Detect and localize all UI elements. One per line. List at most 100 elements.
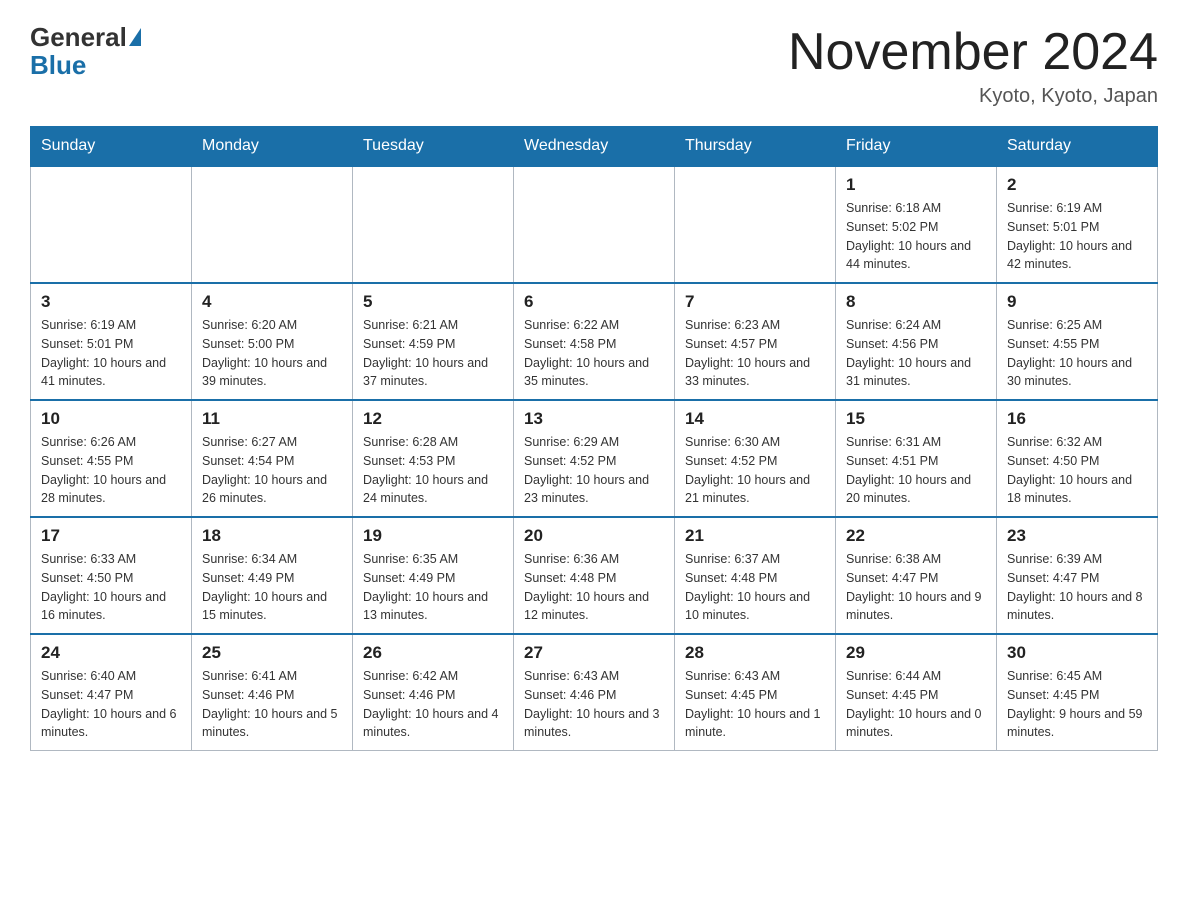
title-area: November 2024 Kyoto, Kyoto, Japan xyxy=(788,24,1158,108)
calendar-cell: 5 Sunrise: 6:21 AMSunset: 4:59 PMDaylight… xyxy=(353,283,514,400)
day-number: 28 xyxy=(685,643,825,663)
day-info: Sunrise: 6:30 AMSunset: 4:52 PMDaylight:… xyxy=(685,433,825,508)
logo-general-text: General xyxy=(30,24,127,50)
day-number: 1 xyxy=(846,175,986,195)
day-number: 11 xyxy=(202,409,342,429)
day-info: Sunrise: 6:42 AMSunset: 4:46 PMDaylight:… xyxy=(363,667,503,742)
day-info: Sunrise: 6:29 AMSunset: 4:52 PMDaylight:… xyxy=(524,433,664,508)
day-number: 10 xyxy=(41,409,181,429)
day-number: 12 xyxy=(363,409,503,429)
day-number: 4 xyxy=(202,292,342,312)
day-number: 8 xyxy=(846,292,986,312)
weekday-header-sunday: Sunday xyxy=(31,127,192,167)
day-number: 15 xyxy=(846,409,986,429)
page-header: General Blue November 2024 Kyoto, Kyoto,… xyxy=(30,24,1158,108)
day-info: Sunrise: 6:33 AMSunset: 4:50 PMDaylight:… xyxy=(41,550,181,625)
day-info: Sunrise: 6:21 AMSunset: 4:59 PMDaylight:… xyxy=(363,316,503,391)
day-info: Sunrise: 6:38 AMSunset: 4:47 PMDaylight:… xyxy=(846,550,986,625)
calendar-cell: 7 Sunrise: 6:23 AMSunset: 4:57 PMDaylight… xyxy=(675,283,836,400)
day-info: Sunrise: 6:45 AMSunset: 4:45 PMDaylight:… xyxy=(1007,667,1147,742)
calendar-cell: 8 Sunrise: 6:24 AMSunset: 4:56 PMDaylight… xyxy=(836,283,997,400)
day-info: Sunrise: 6:26 AMSunset: 4:55 PMDaylight:… xyxy=(41,433,181,508)
calendar-cell: 19 Sunrise: 6:35 AMSunset: 4:49 PMDayligh… xyxy=(353,517,514,634)
day-info: Sunrise: 6:23 AMSunset: 4:57 PMDaylight:… xyxy=(685,316,825,391)
weekday-header-monday: Monday xyxy=(192,127,353,167)
calendar-cell xyxy=(353,166,514,283)
day-number: 21 xyxy=(685,526,825,546)
day-info: Sunrise: 6:41 AMSunset: 4:46 PMDaylight:… xyxy=(202,667,342,742)
day-info: Sunrise: 6:24 AMSunset: 4:56 PMDaylight:… xyxy=(846,316,986,391)
day-number: 20 xyxy=(524,526,664,546)
calendar-cell: 6 Sunrise: 6:22 AMSunset: 4:58 PMDaylight… xyxy=(514,283,675,400)
day-number: 2 xyxy=(1007,175,1147,195)
day-info: Sunrise: 6:34 AMSunset: 4:49 PMDaylight:… xyxy=(202,550,342,625)
calendar-cell: 11 Sunrise: 6:27 AMSunset: 4:54 PMDayligh… xyxy=(192,400,353,517)
week-row-4: 17Sunrise: 6:33 AMSunset: 4:50 PMDayligh… xyxy=(31,517,1158,634)
calendar-cell xyxy=(31,166,192,283)
calendar-cell: 4 Sunrise: 6:20 AMSunset: 5:00 PMDaylight… xyxy=(192,283,353,400)
day-info: Sunrise: 6:39 AMSunset: 4:47 PMDaylight:… xyxy=(1007,550,1147,625)
day-number: 19 xyxy=(363,526,503,546)
day-info: Sunrise: 6:43 AMSunset: 4:45 PMDaylight:… xyxy=(685,667,825,742)
weekday-header-row: SundayMondayTuesdayWednesdayThursdayFrid… xyxy=(31,127,1158,167)
day-info: Sunrise: 6:22 AMSunset: 4:58 PMDaylight:… xyxy=(524,316,664,391)
calendar-cell: 3Sunrise: 6:19 AMSunset: 5:01 PMDaylight… xyxy=(31,283,192,400)
day-info: Sunrise: 6:31 AMSunset: 4:51 PMDaylight:… xyxy=(846,433,986,508)
calendar-cell: 22 Sunrise: 6:38 AMSunset: 4:47 PMDayligh… xyxy=(836,517,997,634)
calendar-table: SundayMondayTuesdayWednesdayThursdayFrid… xyxy=(30,126,1158,751)
calendar-cell: 27Sunrise: 6:43 AMSunset: 4:46 PMDayligh… xyxy=(514,634,675,751)
calendar-cell: 24Sunrise: 6:40 AMSunset: 4:47 PMDayligh… xyxy=(31,634,192,751)
day-number: 22 xyxy=(846,526,986,546)
week-row-5: 24Sunrise: 6:40 AMSunset: 4:47 PMDayligh… xyxy=(31,634,1158,751)
week-row-3: 10 Sunrise: 6:26 AMSunset: 4:55 PMDayligh… xyxy=(31,400,1158,517)
day-info: Sunrise: 6:32 AMSunset: 4:50 PMDaylight:… xyxy=(1007,433,1147,508)
weekday-header-saturday: Saturday xyxy=(997,127,1158,167)
calendar-cell xyxy=(514,166,675,283)
calendar-cell: 20 Sunrise: 6:36 AMSunset: 4:48 PMDayligh… xyxy=(514,517,675,634)
calendar-cell: 14Sunrise: 6:30 AMSunset: 4:52 PMDayligh… xyxy=(675,400,836,517)
calendar-cell: 28 Sunrise: 6:43 AMSunset: 4:45 PMDayligh… xyxy=(675,634,836,751)
day-info: Sunrise: 6:36 AMSunset: 4:48 PMDaylight:… xyxy=(524,550,664,625)
day-info: Sunrise: 6:19 AMSunset: 5:01 PMDaylight:… xyxy=(1007,199,1147,274)
day-number: 23 xyxy=(1007,526,1147,546)
day-info: Sunrise: 6:44 AMSunset: 4:45 PMDaylight:… xyxy=(846,667,986,742)
day-info: Sunrise: 6:27 AMSunset: 4:54 PMDaylight:… xyxy=(202,433,342,508)
weekday-header-friday: Friday xyxy=(836,127,997,167)
day-number: 13 xyxy=(524,409,664,429)
calendar-cell: 10 Sunrise: 6:26 AMSunset: 4:55 PMDayligh… xyxy=(31,400,192,517)
day-number: 18 xyxy=(202,526,342,546)
calendar-cell: 23 Sunrise: 6:39 AMSunset: 4:47 PMDayligh… xyxy=(997,517,1158,634)
week-row-1: 1 Sunrise: 6:18 AMSunset: 5:02 PMDaylight… xyxy=(31,166,1158,283)
day-number: 3 xyxy=(41,292,181,312)
day-number: 5 xyxy=(363,292,503,312)
day-info: Sunrise: 6:28 AMSunset: 4:53 PMDaylight:… xyxy=(363,433,503,508)
day-info: Sunrise: 6:18 AMSunset: 5:02 PMDaylight:… xyxy=(846,199,986,274)
day-info: Sunrise: 6:25 AMSunset: 4:55 PMDaylight:… xyxy=(1007,316,1147,391)
day-number: 24 xyxy=(41,643,181,663)
calendar-cell: 1 Sunrise: 6:18 AMSunset: 5:02 PMDaylight… xyxy=(836,166,997,283)
calendar-cell: 13 Sunrise: 6:29 AMSunset: 4:52 PMDayligh… xyxy=(514,400,675,517)
weekday-header-wednesday: Wednesday xyxy=(514,127,675,167)
calendar-cell: 25 Sunrise: 6:41 AMSunset: 4:46 PMDayligh… xyxy=(192,634,353,751)
calendar-cell: 18 Sunrise: 6:34 AMSunset: 4:49 PMDayligh… xyxy=(192,517,353,634)
day-info: Sunrise: 6:43 AMSunset: 4:46 PMDaylight:… xyxy=(524,667,664,742)
calendar-cell: 26Sunrise: 6:42 AMSunset: 4:46 PMDayligh… xyxy=(353,634,514,751)
day-info: Sunrise: 6:35 AMSunset: 4:49 PMDaylight:… xyxy=(363,550,503,625)
day-number: 16 xyxy=(1007,409,1147,429)
day-number: 29 xyxy=(846,643,986,663)
day-number: 9 xyxy=(1007,292,1147,312)
day-number: 6 xyxy=(524,292,664,312)
logo-blue-text: Blue xyxy=(30,50,86,80)
day-info: Sunrise: 6:20 AMSunset: 5:00 PMDaylight:… xyxy=(202,316,342,391)
calendar-cell xyxy=(192,166,353,283)
calendar-cell xyxy=(675,166,836,283)
logo-triangle-icon xyxy=(129,28,141,46)
day-number: 25 xyxy=(202,643,342,663)
day-number: 30 xyxy=(1007,643,1147,663)
calendar-cell: 17Sunrise: 6:33 AMSunset: 4:50 PMDayligh… xyxy=(31,517,192,634)
calendar-cell: 16 Sunrise: 6:32 AMSunset: 4:50 PMDayligh… xyxy=(997,400,1158,517)
calendar-cell: 30 Sunrise: 6:45 AMSunset: 4:45 PMDayligh… xyxy=(997,634,1158,751)
calendar-cell: 15 Sunrise: 6:31 AMSunset: 4:51 PMDayligh… xyxy=(836,400,997,517)
day-number: 7 xyxy=(685,292,825,312)
weekday-header-thursday: Thursday xyxy=(675,127,836,167)
